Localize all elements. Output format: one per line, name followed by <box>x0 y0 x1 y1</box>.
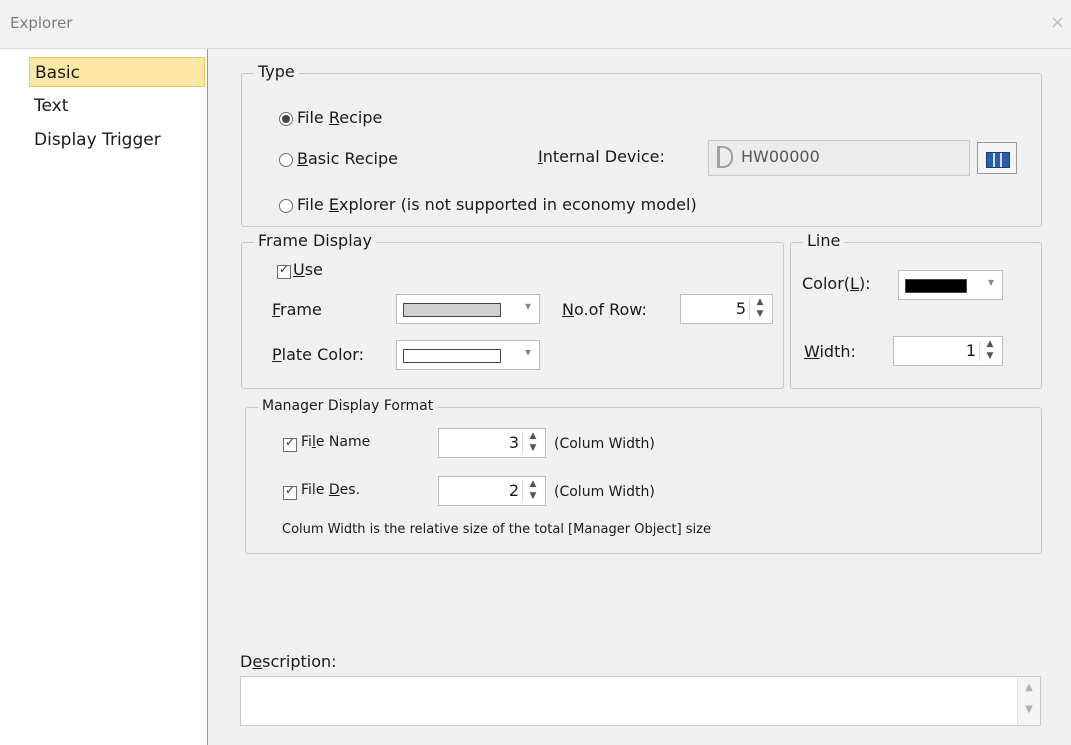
plate-color-swatch <box>403 349 501 363</box>
no-of-row-value: 5 <box>735 299 746 318</box>
line-color-swatch <box>905 279 967 293</box>
file-des-width-value: 2 <box>508 481 519 500</box>
spinner-divider <box>522 433 523 453</box>
device-icon <box>717 146 733 168</box>
frame-display-legend: Frame Display <box>254 231 376 250</box>
file-name-width-value: 3 <box>508 433 519 452</box>
file-name-checkbox[interactable] <box>283 435 297 452</box>
spinner-divider <box>522 481 523 501</box>
file-des-width-spinner[interactable]: 2 ▲ ▼ <box>438 476 546 506</box>
spinner-divider <box>749 299 750 319</box>
device-table-icon <box>986 152 1010 168</box>
line-color-label: Color(L): <box>802 274 871 293</box>
line-color-combo[interactable]: ▾ <box>898 270 1003 300</box>
spinner-arrows-icon[interactable]: ▲ ▼ <box>525 478 541 502</box>
file-name-colum-width-label: (Colum Width) <box>554 436 655 452</box>
basic-recipe-radio[interactable] <box>279 153 293 167</box>
file-explorer-label[interactable]: File Explorer (is not supported in econo… <box>297 195 697 214</box>
chevron-down-icon: ▾ <box>524 345 531 359</box>
spinner-divider <box>979 341 980 361</box>
line-width-value: 1 <box>965 341 976 360</box>
no-of-row-spinner[interactable]: 5 ▲ ▼ <box>680 294 773 324</box>
plate-color-combo[interactable]: ▾ <box>396 340 540 370</box>
use-checkbox[interactable] <box>277 262 291 279</box>
use-label[interactable]: Use <box>293 260 323 279</box>
file-des-colum-width-label: (Colum Width) <box>554 484 655 500</box>
type-legend: Type <box>254 62 299 81</box>
file-des-label[interactable]: File Des. <box>301 482 360 498</box>
basic-recipe-label[interactable]: Basic Recipe <box>297 149 398 168</box>
internal-device-value: HW00000 <box>741 147 820 166</box>
no-of-row-label: No.of Row: <box>562 300 647 319</box>
internal-device-label: Internal Device: <box>538 147 665 166</box>
frame-color-swatch <box>403 303 501 317</box>
window-title: Explorer <box>10 14 73 32</box>
description-textarea[interactable]: ▲ ▼ <box>240 676 1041 726</box>
line-width-spinner[interactable]: 1 ▲ ▼ <box>893 336 1003 366</box>
frame-label: Frame <box>272 300 322 319</box>
manager-display-format-legend: Manager Display Format <box>258 398 438 414</box>
internal-device-field[interactable]: HW00000 <box>708 140 970 176</box>
file-name-width-spinner[interactable]: 3 ▲ ▼ <box>438 428 546 458</box>
line-group: Line <box>790 231 1042 389</box>
file-explorer-radio[interactable] <box>279 199 293 213</box>
spinner-arrows-icon[interactable]: ▲ ▼ <box>982 338 998 362</box>
sidebar-item-text[interactable]: Text <box>29 91 68 121</box>
chevron-down-icon: ▾ <box>524 299 531 313</box>
title-bar: Explorer × <box>0 0 1071 49</box>
line-legend: Line <box>803 231 845 250</box>
file-des-checkbox[interactable] <box>283 483 297 500</box>
description-scrollbar[interactable]: ▲ ▼ <box>1017 677 1040 725</box>
file-name-label[interactable]: File Name <box>301 434 370 450</box>
line-width-label: Width: <box>804 342 856 361</box>
close-icon[interactable]: × <box>1050 12 1065 33</box>
colum-width-note: Colum Width is the relative size of the … <box>282 522 711 537</box>
scroll-up-icon[interactable]: ▲ <box>1025 682 1033 693</box>
spinner-arrows-icon[interactable]: ▲ ▼ <box>752 296 768 320</box>
chevron-down-icon: ▾ <box>987 275 994 289</box>
description-label: Description: <box>240 652 337 671</box>
file-recipe-label[interactable]: File Recipe <box>297 108 382 127</box>
scroll-down-icon[interactable]: ▼ <box>1025 704 1033 715</box>
device-picker-button[interactable] <box>977 142 1017 174</box>
frame-combo[interactable]: ▾ <box>396 294 540 324</box>
sidebar-item-basic[interactable]: Basic <box>29 57 205 87</box>
sidebar-item-display-trigger[interactable]: Display Trigger <box>29 125 161 155</box>
sidebar: Basic Text Display Trigger <box>0 49 208 745</box>
file-recipe-radio[interactable] <box>279 112 293 126</box>
plate-color-label: Plate Color: <box>272 345 364 364</box>
spinner-arrows-icon[interactable]: ▲ ▼ <box>525 430 541 454</box>
